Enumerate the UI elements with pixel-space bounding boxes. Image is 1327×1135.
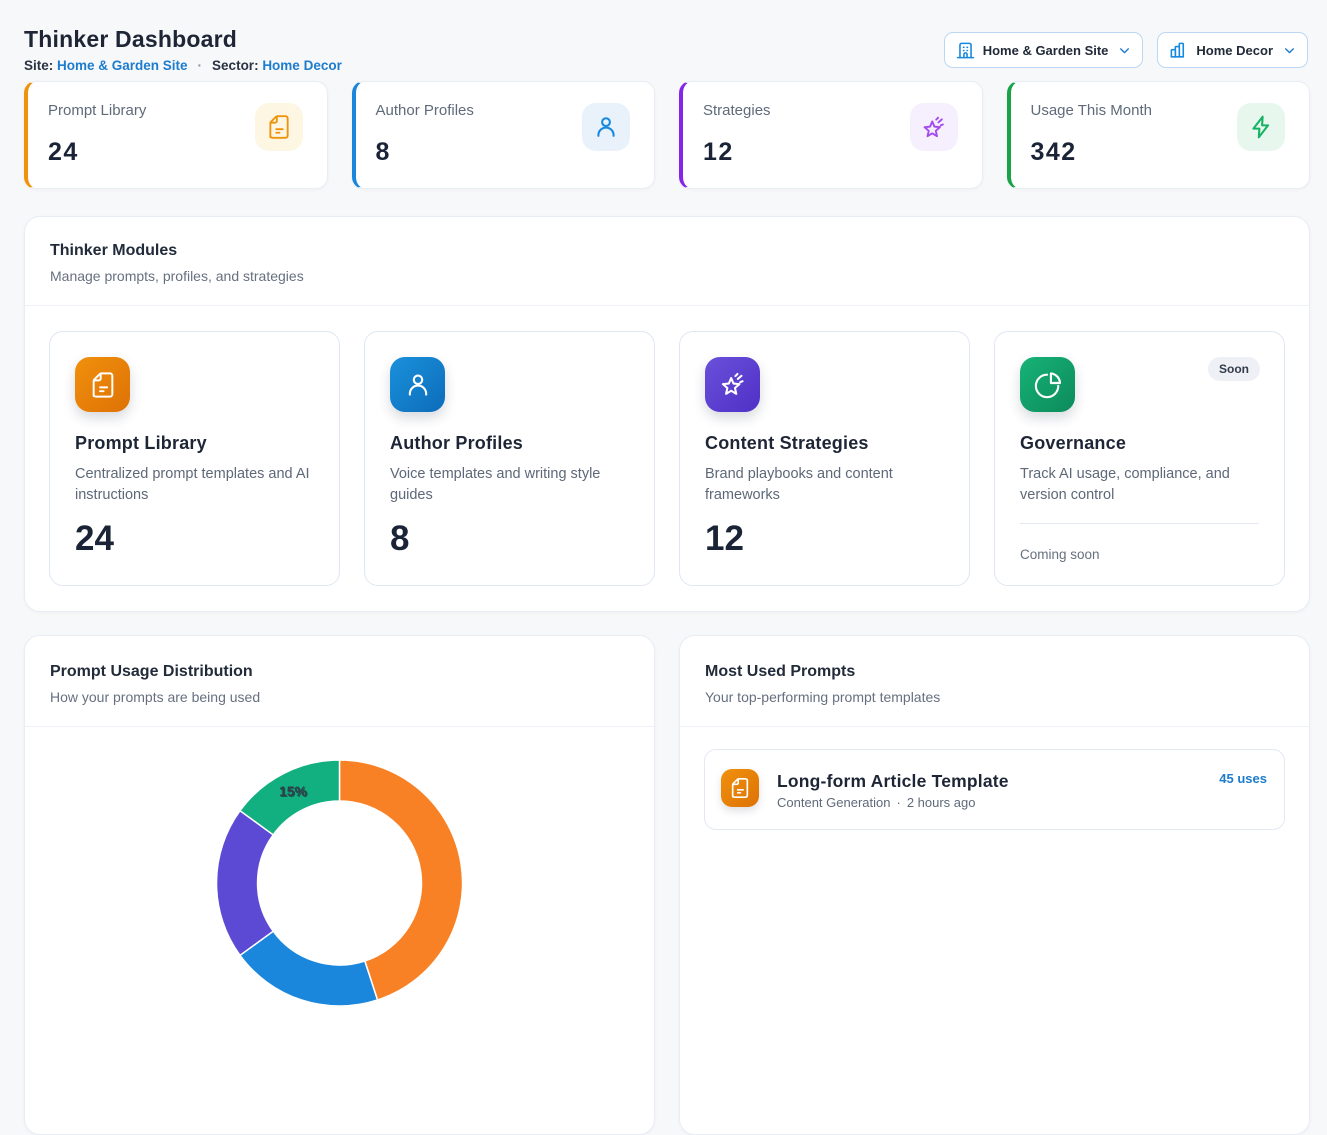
svg-text:15%: 15% xyxy=(279,783,308,799)
